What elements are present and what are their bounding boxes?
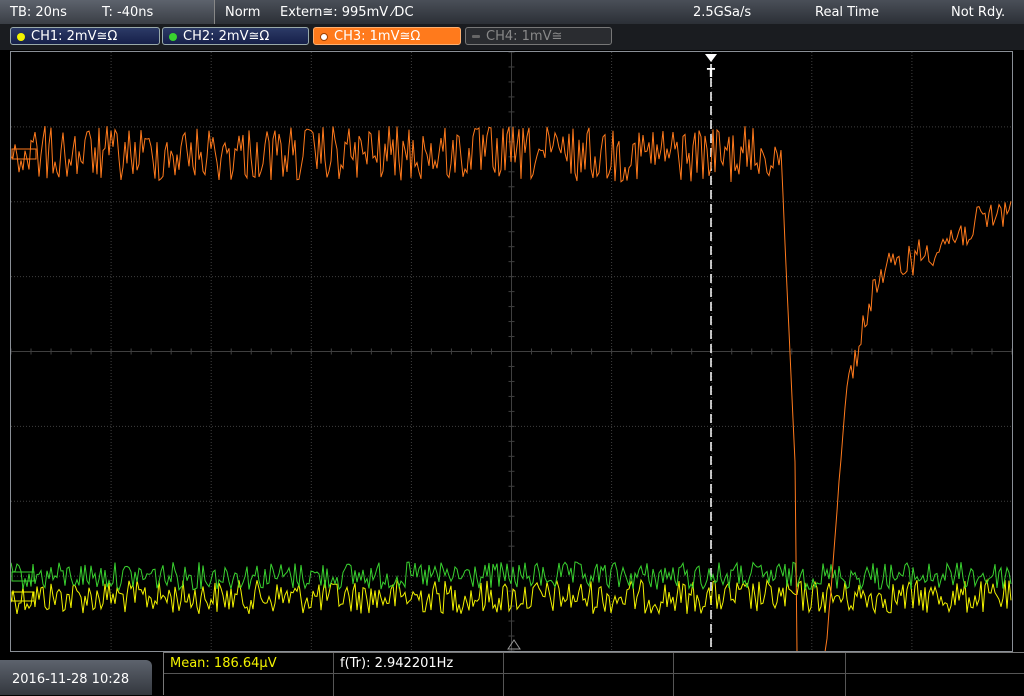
measurement-cell-empty[interactable]	[846, 674, 1024, 696]
acquisition-mode-label[interactable]: Real Time	[815, 6, 879, 19]
acquisition-state-label: Not Rdy.	[951, 5, 1006, 20]
channel-chip-ch2[interactable]: CH2: 2mV≅Ω	[162, 27, 309, 45]
channel-label-ch1: CH1: 2mV≅Ω	[31, 29, 118, 44]
channel-chip-ch1[interactable]: CH1: 2mV≅Ω	[10, 27, 160, 45]
trigger-time-label: T: -40ns	[102, 5, 154, 20]
footer-area: 2016-11-28 10:28 Mean: 186.64µV f(Tr): 2…	[0, 652, 1024, 696]
measurement-cell-empty[interactable]	[674, 674, 846, 696]
measurement-cell-empty[interactable]	[334, 674, 504, 696]
waveform-canvas: T	[11, 52, 1012, 651]
timebase-label: TB: 20ns	[10, 5, 67, 20]
measurement-cell-empty[interactable]	[504, 674, 674, 696]
timebase-box[interactable]: TB: 20ns T: -40ns	[0, 0, 215, 24]
measurement-panel[interactable]: Mean: 186.64µV f(Tr): 2.942201Hz	[163, 652, 1024, 696]
measurement-cell-empty[interactable]	[164, 674, 334, 696]
ch1-offset-marker-icon	[11, 591, 35, 602]
sample-rate-label: 2.5GSa/s	[693, 5, 752, 20]
datetime-label: 2016-11-28 10:28	[12, 672, 130, 687]
ch3-dot-icon	[320, 33, 328, 41]
measurement-cell-empty[interactable]	[674, 653, 846, 674]
datetime-box: 2016-11-28 10:28	[0, 660, 152, 695]
graticule	[11, 52, 1012, 651]
measurement-cell-empty[interactable]	[846, 653, 1024, 674]
measurement-cell-empty[interactable]	[504, 653, 674, 674]
measurement-cell-freq[interactable]: f(Tr): 2.942201Hz	[334, 653, 504, 674]
waveform-display[interactable]: T	[10, 51, 1013, 652]
trigger-t-icon: T	[705, 54, 717, 80]
channel-bar: CH1: 2mV≅Ω CH2: 2mV≅Ω CH3: 1mV≅Ω CH4: 1m…	[0, 24, 1024, 50]
channel-chip-ch4[interactable]: CH4: 1mV≅	[465, 27, 612, 45]
measurement-cell-mean[interactable]: Mean: 186.64µV	[164, 653, 334, 674]
svg-text:T: T	[707, 66, 716, 80]
status-bar: TB: 20ns T: -40ns Norm Extern≅: 995mV ⁄D…	[0, 0, 1024, 24]
frequency-measurement: f(Tr): 2.942201Hz	[340, 656, 454, 671]
ch1-dot-icon	[17, 33, 25, 41]
channel-label-ch4: CH4: 1mV≅	[486, 29, 563, 44]
ground-marker-icon	[507, 639, 521, 650]
trigger-source-label[interactable]: Extern≅: 995mV ⁄DC	[280, 6, 414, 19]
channel-label-ch2: CH2: 2mV≅Ω	[183, 29, 270, 44]
mean-measurement: Mean: 186.64µV	[170, 656, 277, 671]
channel-label-ch3: CH3: 1mV≅Ω	[334, 29, 421, 44]
channel-chip-ch3[interactable]: CH3: 1mV≅Ω	[313, 27, 461, 45]
trigger-mode-label[interactable]: Norm	[225, 6, 260, 19]
ch4-dash-icon	[472, 35, 480, 38]
ch2-dot-icon	[169, 33, 177, 41]
